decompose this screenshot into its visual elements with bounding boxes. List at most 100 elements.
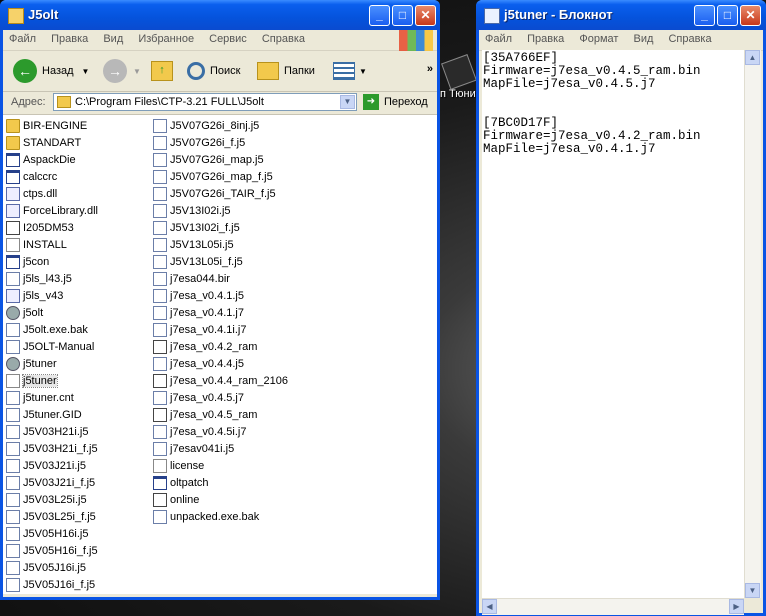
scroll-up-icon[interactable]: ▲ <box>745 50 760 65</box>
horizontal-scrollbar[interactable]: ◀ ▶ <box>482 598 744 615</box>
menu-view[interactable]: Вид <box>97 30 129 48</box>
folders-button[interactable]: Папки <box>257 57 315 85</box>
address-input[interactable]: C:\Program Files\CTP-3.21 FULL\J5olt ▼ <box>53 93 357 111</box>
list-item[interactable]: J5tuner.GID <box>6 406 98 423</box>
dropdown-arrow-icon[interactable]: ▼ <box>133 67 141 76</box>
menu-favorites[interactable]: Избранное <box>132 30 200 48</box>
menu-file[interactable]: Файл <box>3 30 42 48</box>
list-item[interactable]: J5V13I02i_f.j5 <box>153 219 288 236</box>
list-item[interactable]: calccrc <box>6 168 98 185</box>
menu-file[interactable]: Файл <box>479 30 518 48</box>
views-button[interactable]: ▼ <box>333 57 367 85</box>
list-item[interactable]: J5V07G26i_map_f.j5 <box>153 168 288 185</box>
list-item[interactable]: j5ls_v43 <box>6 287 98 304</box>
forward-button[interactable]: → ▼ <box>103 57 141 85</box>
go-button[interactable]: ➜ Переход <box>363 93 428 111</box>
list-item[interactable]: license <box>153 457 288 474</box>
list-item[interactable]: J5V03H21i_f.j5 <box>6 440 98 457</box>
list-item[interactable]: ctps.dll <box>6 185 98 202</box>
list-item[interactable]: j7esav041i.j5 <box>153 440 288 457</box>
list-item[interactable]: J5V05H16i.j5 <box>6 525 98 542</box>
search-button[interactable]: Поиск <box>187 57 240 85</box>
address-dropdown-icon[interactable]: ▼ <box>340 95 355 109</box>
list-item[interactable]: j7esa_v0.4.4.j5 <box>153 355 288 372</box>
list-item[interactable]: I205DM53 <box>6 219 98 236</box>
menu-edit[interactable]: Правка <box>45 30 94 48</box>
list-item[interactable]: INSTALL <box>6 236 98 253</box>
list-item[interactable]: J5OLT-Manual <box>6 338 98 355</box>
list-item[interactable]: J5V07G26i_TAIR_f.j5 <box>153 185 288 202</box>
list-item[interactable]: J5V07G26i_f.j5 <box>153 134 288 151</box>
minimize-button[interactable]: _ <box>369 5 390 26</box>
scroll-right-icon[interactable]: ▶ <box>729 599 744 614</box>
go-label: Переход <box>384 96 428 108</box>
list-item[interactable]: J5V03J21i_f.j5 <box>6 474 98 491</box>
list-item-label: j7esa_v0.4.1i.j7 <box>170 323 247 336</box>
list-item[interactable]: j7esa_v0.4.5_ram <box>153 406 288 423</box>
menu-tools[interactable]: Сервис <box>203 30 253 48</box>
list-item-label: unpacked.exe.bak <box>170 510 260 523</box>
minimize-button[interactable]: _ <box>694 5 715 26</box>
ini-icon <box>153 339 167 354</box>
list-item[interactable]: ForceLibrary.dll <box>6 202 98 219</box>
list-item-label: INSTALL <box>23 238 67 251</box>
close-button[interactable]: ✕ <box>415 5 436 26</box>
desktop-shortcut[interactable]: п Тюни <box>440 54 478 106</box>
list-item[interactable]: j5olt <box>6 304 98 321</box>
address-value: C:\Program Files\CTP-3.21 FULL\J5olt <box>75 96 264 108</box>
list-item[interactable]: j5ls_l43.j5 <box>6 270 98 287</box>
list-item[interactable]: j5tuner.cnt <box>6 389 98 406</box>
list-item[interactable]: J5V03J21i.j5 <box>6 457 98 474</box>
list-item[interactable]: j5con <box>6 253 98 270</box>
dropdown-arrow-icon[interactable]: ▼ <box>359 67 367 76</box>
toolbar-overflow-icon[interactable]: » <box>427 63 433 75</box>
list-item[interactable]: J5V13I02i.j5 <box>153 202 288 219</box>
list-item[interactable]: J5V05J16i_f.j5 <box>6 576 98 593</box>
list-item[interactable]: J5V13L05i.j5 <box>153 236 288 253</box>
list-item[interactable]: j7esa_v0.4.4_ram_2106 <box>153 372 288 389</box>
explorer-titlebar[interactable]: J5olt _ □ ✕ <box>0 0 440 30</box>
list-item[interactable]: J5V03L25i.j5 <box>6 491 98 508</box>
menu-help[interactable]: Справка <box>662 30 717 48</box>
scroll-down-icon[interactable]: ▼ <box>745 583 760 598</box>
notepad-titlebar[interactable]: j5tuner - Блокнот _ □ ✕ <box>476 0 766 30</box>
menu-view[interactable]: Вид <box>627 30 659 48</box>
list-item[interactable]: J5V13L05i_f.j5 <box>153 253 288 270</box>
list-item[interactable]: j5tuner <box>6 372 98 389</box>
list-item[interactable]: j7esa_v0.4.1i.j7 <box>153 321 288 338</box>
close-button[interactable]: ✕ <box>740 5 761 26</box>
maximize-button[interactable]: □ <box>392 5 413 26</box>
list-item[interactable]: BIR-ENGINE <box>6 117 98 134</box>
file-list[interactable]: BIR-ENGINE STANDART AspackDie calccrc ctps.d… <box>3 115 437 594</box>
list-item[interactable]: J5V05H16i_f.j5 <box>6 542 98 559</box>
menu-edit[interactable]: Правка <box>521 30 570 48</box>
list-item[interactable]: STANDART <box>6 134 98 151</box>
list-item[interactable]: j7esa044.bir <box>153 270 288 287</box>
list-item[interactable]: j7esa_v0.4.1.j7 <box>153 304 288 321</box>
list-item[interactable]: J5olt.exe.bak <box>6 321 98 338</box>
list-item[interactable]: AspackDie <box>6 151 98 168</box>
list-item[interactable]: J5V03L25i_f.j5 <box>6 508 98 525</box>
list-item[interactable]: online <box>153 491 288 508</box>
list-item[interactable]: J5V05J16i.j5 <box>6 559 98 576</box>
vertical-scrollbar[interactable]: ▲ ▼ <box>744 50 761 598</box>
dropdown-arrow-icon[interactable]: ▼ <box>82 67 90 76</box>
list-item[interactable]: oltpatch <box>153 474 288 491</box>
maximize-button[interactable]: □ <box>717 5 738 26</box>
list-item[interactable]: J5V07G26i_map.j5 <box>153 151 288 168</box>
list-item[interactable]: j7esa_v0.4.5.j7 <box>153 389 288 406</box>
list-item[interactable]: J5V07G26i_8inj.j5 <box>153 117 288 134</box>
list-item[interactable]: J5V03H21i.j5 <box>6 423 98 440</box>
list-item[interactable]: j7esa_v0.4.5i.j7 <box>153 423 288 440</box>
list-item[interactable]: unpacked.exe.bak <box>153 508 288 525</box>
file-icon <box>6 543 20 558</box>
list-item[interactable]: j5tuner <box>6 355 98 372</box>
back-button[interactable]: ← Назад ▼ <box>13 57 89 85</box>
notepad-text-area[interactable]: [35A766EF] Firmware=j7esa_v0.4.5_ram.bin… <box>482 50 744 598</box>
menu-format[interactable]: Формат <box>573 30 624 48</box>
up-folder-button[interactable]: ↑ <box>151 57 173 85</box>
menu-help[interactable]: Справка <box>256 30 311 48</box>
list-item[interactable]: j7esa_v0.4.1.j5 <box>153 287 288 304</box>
list-item[interactable]: j7esa_v0.4.2_ram <box>153 338 288 355</box>
scroll-left-icon[interactable]: ◀ <box>482 599 497 614</box>
